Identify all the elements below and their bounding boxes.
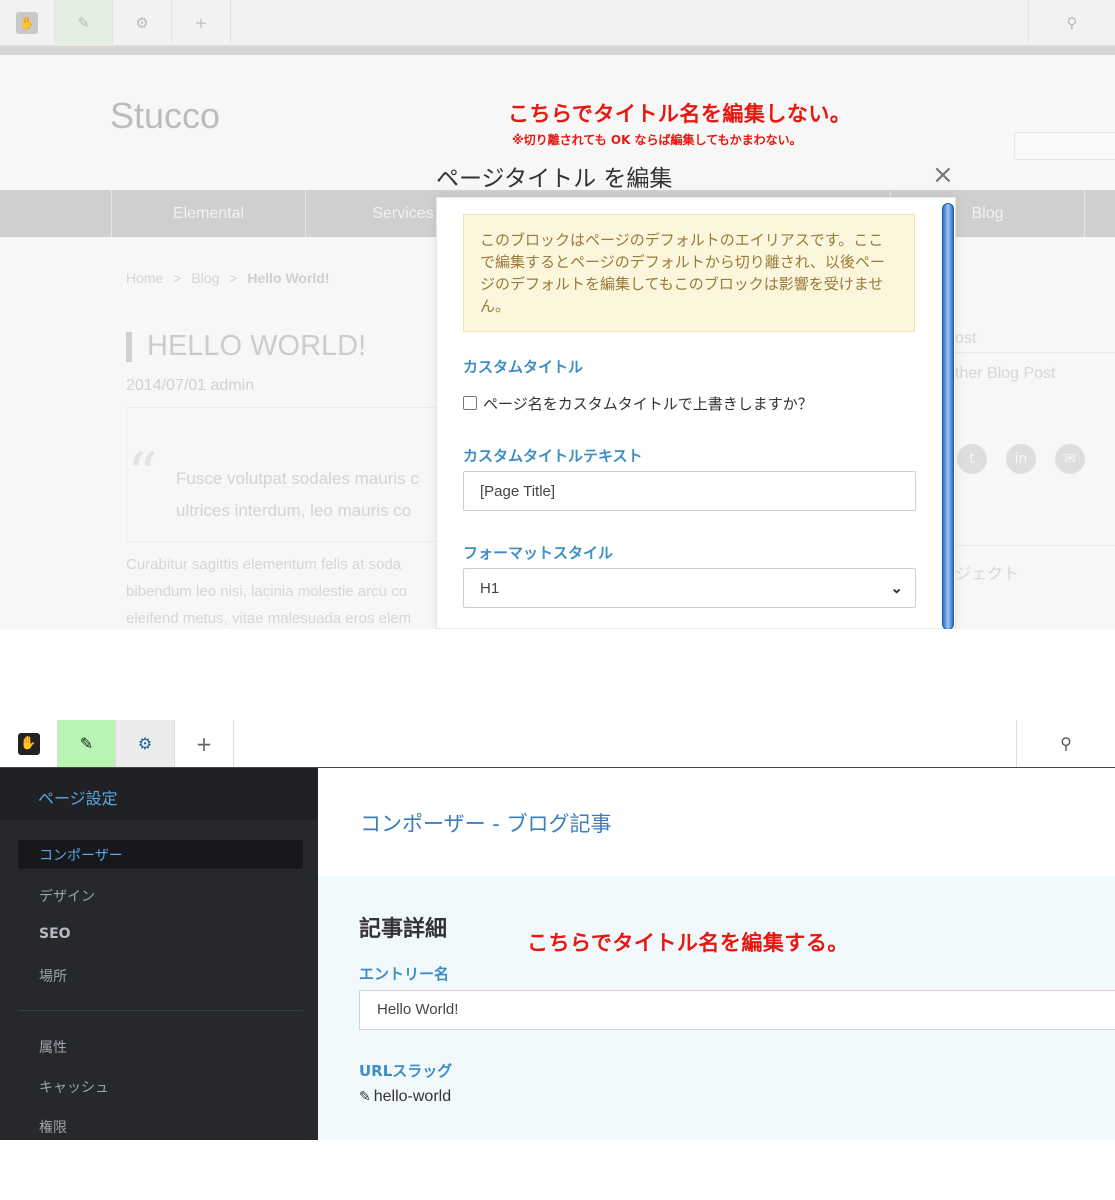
- nav-item: Elemental: [111, 190, 305, 237]
- toolbar-divider: [0, 46, 1115, 55]
- modal-title: ページタイトル を編集: [436, 166, 673, 192]
- linkedin-icon[interactable]: in: [1006, 444, 1036, 474]
- divider: [945, 352, 1115, 353]
- logo-icon[interactable]: ✋: [0, 720, 57, 767]
- url-slug[interactable]: ✎ hello-world: [359, 1088, 451, 1106]
- custom-text-label: カスタムタイトルテキスト: [463, 447, 643, 465]
- url-slug-label: URLスラッグ: [359, 1062, 453, 1080]
- plus-icon[interactable]: +: [175, 720, 234, 767]
- sidebar-link: ジェクト: [955, 566, 1020, 583]
- sidebar-heading: ost: [955, 330, 977, 347]
- sidebar-heading: ページ設定: [0, 768, 318, 820]
- override-checkbox[interactable]: [463, 396, 477, 410]
- search-icon[interactable]: ⚲: [1016, 720, 1115, 767]
- post-details-section: 記事詳細 こちらでタイトル名を編集する。 エントリー名 Hello World!…: [318, 876, 1115, 1140]
- search-icon[interactable]: ⚲: [1028, 0, 1115, 46]
- title-accent-bar: [126, 332, 132, 362]
- edit-title-modal: このブロックはページのデフォルトのエイリアスです。ここで編集するとページのデフォ…: [436, 197, 956, 629]
- plus-icon[interactable]: +: [172, 0, 231, 46]
- chevron-down-icon: ⌄: [890, 580, 903, 597]
- pencil-icon[interactable]: ✎: [55, 0, 113, 46]
- post-body: Curabitur sagittis elementum felis at so…: [126, 551, 436, 629]
- gear-icon[interactable]: ⚙: [116, 720, 175, 767]
- entry-name-label: エントリー名: [359, 965, 450, 983]
- quote-line: ultrices interdum, leo mauris co: [176, 501, 412, 520]
- page-title: コンポーザー - ブログ記事: [360, 812, 612, 836]
- format-style-select[interactable]: H1 ⌄: [463, 568, 916, 608]
- annotation-bottom: こちらでタイトル名を編集する。: [527, 931, 849, 955]
- breadcrumb-blog: Blog: [191, 270, 220, 286]
- divider: [945, 545, 1115, 546]
- modal-scrollbar[interactable]: [942, 203, 954, 629]
- gear-icon[interactable]: ⚙: [113, 0, 172, 46]
- custom-title-input[interactable]: [Page Title]: [463, 471, 916, 511]
- site-search-box: [1014, 132, 1115, 160]
- post-meta: 2014/07/01 admin: [126, 377, 255, 394]
- sidebar-item-seo[interactable]: SEO: [39, 926, 71, 942]
- page-settings-sidebar: ページ設定 コンポーザー デザイン SEO 場所 属性 キャッシュ 権限: [0, 768, 318, 1140]
- annotation-top-sub: ※切り離されても OK ならば編集してもかまわない。: [512, 133, 802, 147]
- close-icon[interactable]: ×: [932, 162, 954, 188]
- pencil-icon[interactable]: ✎: [57, 720, 116, 767]
- custom-title-label: カスタムタイトル: [463, 358, 584, 376]
- sidebar-item-permissions[interactable]: 権限: [39, 1117, 67, 1137]
- breadcrumb-home: Home: [126, 270, 164, 286]
- section-title: 記事詳細: [359, 917, 448, 942]
- quote-line: Fusce volutpat sodales mauris c: [176, 469, 419, 488]
- logo-icon[interactable]: ✋: [0, 0, 55, 46]
- composer-panel: コンポーザー - ブログ記事 記事詳細 こちらでタイトル名を編集する。 エントリ…: [318, 768, 1115, 1140]
- toolbar: ✋ ✎ ⚙ + ⚲: [0, 720, 1115, 768]
- sidebar-item-attributes[interactable]: 属性: [39, 1037, 67, 1057]
- email-icon[interactable]: ✉: [1055, 444, 1085, 474]
- body-line: Curabitur sagittis elementum felis at so…: [126, 556, 402, 573]
- breadcrumb: Home > Blog > Hello World!: [126, 270, 330, 286]
- sidebar-item-composer[interactable]: コンポーザー: [18, 840, 303, 869]
- sidebar-link: ther Blog Post: [955, 365, 1056, 382]
- alias-alert: このブロックはページのデフォルトのエイリアスです。ここで編集するとページのデフォ…: [463, 214, 915, 332]
- top-screenshot: ✋ ✎ ⚙ + ⚲ Stucco こちらでタイトル名を編集しない。 ※切り離され…: [0, 0, 1115, 629]
- pencil-icon: ✎: [359, 1088, 371, 1104]
- quote-text: Fusce volutpat sodales mauris c ultrices…: [176, 463, 446, 527]
- url-slug-value: hello-world: [373, 1088, 452, 1105]
- sidebar-item-design[interactable]: デザイン: [39, 886, 95, 906]
- format-style-value: H1: [480, 579, 500, 597]
- quote-icon: “: [127, 440, 158, 510]
- post-title: HELLO WORLD!: [147, 330, 367, 362]
- site-title: Stucco: [110, 95, 221, 136]
- annotation-top: こちらでタイトル名を編集しない。: [508, 102, 852, 126]
- toolbar-dimmed: ✋ ✎ ⚙ + ⚲: [0, 0, 1115, 46]
- sidebar-item-cache[interactable]: キャッシュ: [39, 1077, 109, 1097]
- breadcrumb-current: Hello World!: [247, 270, 330, 286]
- divider: [18, 1010, 303, 1011]
- entry-name-input[interactable]: Hello World!: [359, 990, 1115, 1030]
- sidebar-item-location[interactable]: 場所: [39, 966, 67, 986]
- body-line: bibendum leo nisi, lacinia molestie arcu…: [126, 583, 407, 600]
- body-line: eleifend metus, vitae malesuada eros ele…: [126, 610, 412, 627]
- twitter-icon[interactable]: t: [957, 444, 987, 474]
- format-style-label: フォーマットスタイル: [463, 544, 614, 562]
- override-checkbox-label[interactable]: ページ名をカスタムタイトルで上書きしますか？: [483, 393, 813, 414]
